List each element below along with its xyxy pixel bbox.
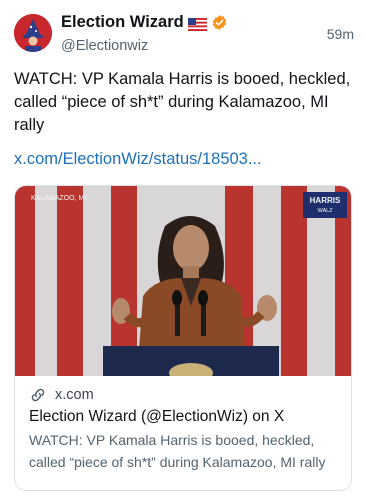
card-domain: x.com (55, 387, 94, 403)
image-sign-line2: WALZ (317, 208, 333, 214)
author-name[interactable]: Election Wizard (61, 12, 184, 32)
post-text: WATCH: VP Kamala Harris is booed, heckle… (14, 70, 351, 134)
author-handle[interactable]: @Electionwiz (61, 37, 228, 55)
avatar[interactable] (14, 14, 52, 52)
post-link[interactable]: x.com/ElectionWiz/status/18503... (14, 150, 262, 169)
card-description: WATCH: VP Kamala Harris is booed, heckle… (29, 432, 326, 470)
post-time[interactable]: 59m (327, 26, 354, 42)
rally-photo: KALAMAZOO, MI HARRIS WALZ (15, 186, 351, 376)
image-caption-top: KALAMAZOO, MI (31, 195, 86, 202)
link-preview-card[interactable]: KALAMAZOO, MI HARRIS WALZ x.com Election… (14, 185, 352, 491)
us-flag-icon (187, 16, 207, 31)
image-sign-line1: HARRIS (310, 196, 341, 205)
post-header: Election Wizard @Electionwiz 59m (14, 12, 354, 58)
link-icon (29, 386, 47, 404)
card-image[interactable]: KALAMAZOO, MI HARRIS WALZ (15, 186, 351, 376)
card-title[interactable]: Election Wizard (@ElectionWiz) on X (29, 407, 351, 427)
wizard-avatar-icon (14, 14, 52, 52)
card-footer[interactable]: x.com Election Wizard (@ElectionWiz) on … (15, 376, 351, 490)
verified-badge-icon (211, 14, 228, 31)
